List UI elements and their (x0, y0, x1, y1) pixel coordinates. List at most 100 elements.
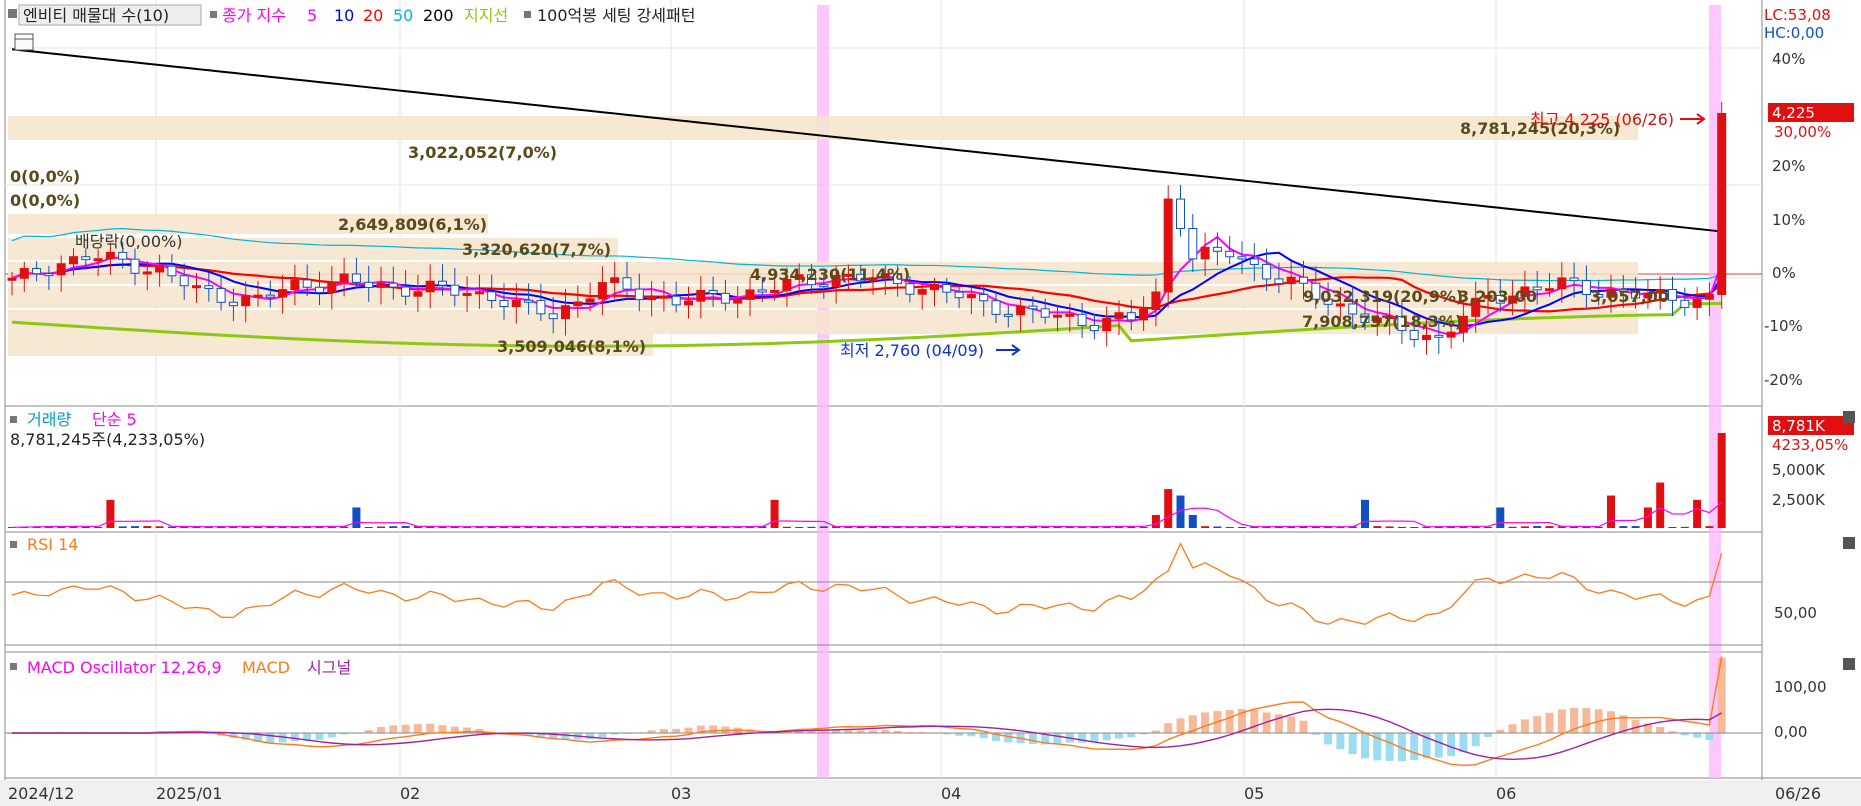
candle-body (351, 273, 361, 283)
candle-body (69, 256, 78, 265)
macd-osc-bar (1078, 733, 1087, 743)
x-label-02: 02 (400, 784, 420, 803)
legend-title[interactable]: 엔비티 매물대 수(10) (23, 6, 169, 25)
candle-body (1151, 291, 1161, 310)
macd-osc-bar (1348, 733, 1357, 755)
volume-bar (1164, 489, 1173, 528)
macd-osc-bar (438, 724, 447, 733)
macd-osc-bar (1361, 733, 1369, 759)
volume-bar (1508, 526, 1517, 528)
volume-bar (881, 527, 890, 528)
macd-osc-bar (1385, 733, 1394, 761)
macd-osc-bar (1225, 709, 1234, 733)
macd-osc-bar (327, 733, 336, 738)
candle-body (1274, 278, 1284, 285)
macd-osc-bar (1115, 733, 1123, 739)
volume-bar (1496, 507, 1505, 528)
volume-bar (1188, 515, 1197, 528)
candle-body (167, 265, 177, 277)
stock-chart[interactable]: 8,781,245(20,3%)3,022,052(7,0%)2,649,809… (0, 0, 1861, 806)
x-label-06-26: 06/26 (1775, 784, 1821, 803)
volume-title[interactable]: 거래량 (27, 410, 71, 429)
candle-body (671, 295, 681, 306)
volume-bar (807, 526, 816, 528)
volume-bar (1520, 526, 1529, 528)
legend-close-label[interactable]: 종가 지수 (222, 6, 286, 25)
candle-body (474, 291, 484, 295)
volume-bar (1238, 527, 1246, 528)
macd-osc-bar (1127, 733, 1136, 738)
rsi-close-icon[interactable] (1843, 537, 1855, 549)
volume-icon (10, 416, 17, 423)
candle-body (684, 300, 693, 306)
candle-body (1126, 312, 1136, 321)
macd-label[interactable]: MACD (242, 658, 290, 677)
legend-close-icon (210, 11, 217, 18)
macd-close-icon[interactable] (1843, 658, 1855, 670)
macd-osc-bar (1176, 718, 1185, 733)
candle-body (1102, 317, 1112, 332)
volume-marker-pct: 4233,05% (1772, 436, 1848, 454)
legend-support[interactable]: 지지선 (464, 6, 508, 25)
candle-body (561, 305, 570, 320)
candle-body (155, 265, 165, 273)
volume-bar (1705, 526, 1714, 528)
candle-body (634, 288, 644, 301)
candle-body (228, 301, 238, 307)
candle-body (1286, 276, 1296, 285)
legend-ma5[interactable]: 5 (307, 6, 317, 25)
ex-dividend-label: 배당락(0,00%) (75, 232, 182, 251)
legend-ma200[interactable]: 200 (423, 6, 454, 25)
macd-osc-bar (290, 733, 299, 742)
band-label: 2,649,809(6,1%) (338, 215, 487, 234)
volume-ma-label[interactable]: 단순 5 (92, 410, 137, 429)
candle-body (1089, 324, 1099, 332)
volume-bar (1656, 482, 1665, 528)
candle-body (1704, 293, 1714, 300)
candle-body (364, 281, 374, 288)
macd-osc-bar (1557, 709, 1566, 733)
candle-body (339, 273, 349, 283)
candle-body (1692, 298, 1702, 308)
candle-body (179, 275, 189, 287)
calendar-icon[interactable] (14, 33, 34, 51)
macd-osc-bar (1582, 708, 1591, 733)
price-marker: 4,225 (1772, 104, 1815, 122)
macd-osc-bar (389, 725, 398, 733)
signal-label[interactable]: 시그널 (307, 658, 351, 677)
candle-body (1003, 313, 1013, 317)
legend-ma50[interactable]: 50 (393, 6, 413, 25)
candle-body (1409, 329, 1419, 341)
volume-bar (1533, 526, 1542, 528)
volume-bar (1668, 527, 1677, 528)
macd-osc-bar (1201, 712, 1210, 733)
legend-square-icon (8, 9, 17, 18)
candle-body (1434, 334, 1444, 338)
volume-bar (1151, 515, 1160, 528)
macd-osc-bar (1656, 726, 1665, 733)
candle-body (1446, 331, 1456, 338)
candle-body (1163, 198, 1173, 293)
candle-body (1028, 305, 1038, 310)
candle-body (401, 286, 411, 297)
x-label-05: 05 (1244, 784, 1264, 803)
macd-title[interactable]: MACD Oscillator 12,26,9 (27, 658, 222, 677)
candle-body (278, 289, 288, 298)
candle-body (241, 295, 251, 307)
rsi-axis-50: 50,00 (1774, 604, 1817, 622)
volume-bar (131, 526, 139, 528)
candle-body (1299, 276, 1308, 284)
volume-bar (106, 499, 115, 528)
candle-body (290, 279, 300, 291)
band-label: 3,320,620(7,7%) (462, 240, 611, 259)
volume-close-icon[interactable] (1843, 411, 1855, 423)
candle-body (647, 295, 657, 301)
volume-bar (1607, 495, 1615, 528)
legend-pattern[interactable]: 100억봉 세팅 강세패턴 (537, 6, 695, 25)
rsi-title[interactable]: RSI 14 (27, 535, 78, 554)
legend-ma20[interactable]: 20 (363, 6, 383, 25)
low-annotation: 최저 2,760 (04/09) (840, 341, 984, 360)
macd-osc-bar (586, 733, 595, 740)
legend-ma10[interactable]: 10 (334, 6, 354, 25)
macd-osc-bar (1102, 733, 1111, 741)
